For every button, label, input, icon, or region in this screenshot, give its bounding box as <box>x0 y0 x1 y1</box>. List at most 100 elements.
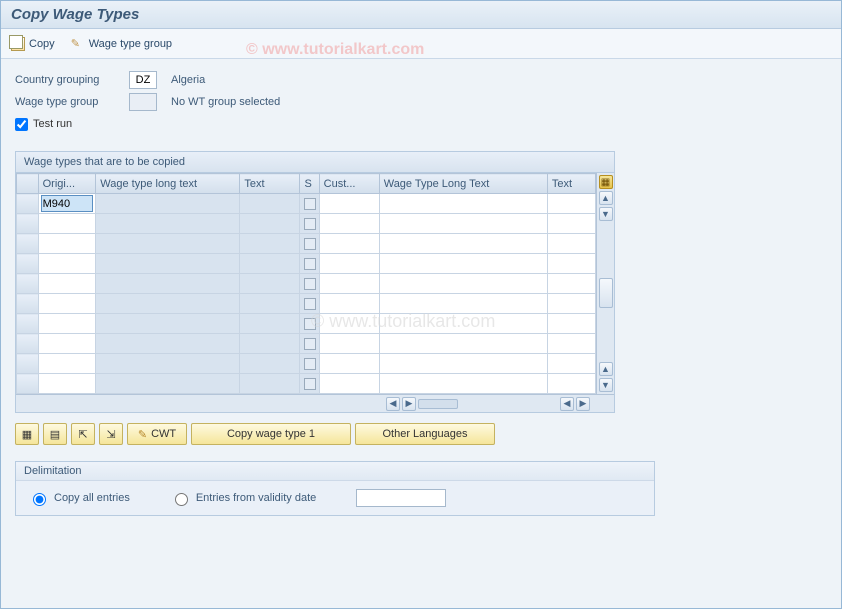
cell-s[interactable] <box>300 274 319 294</box>
cell-long2[interactable] <box>379 274 547 294</box>
cell-cust[interactable] <box>319 354 379 374</box>
cell-long2[interactable] <box>379 214 547 234</box>
hscroll-track[interactable] <box>418 399 458 409</box>
copy-button[interactable]: Copy <box>11 37 55 51</box>
last-page-button[interactable]: ⇲ <box>99 423 123 445</box>
cell-orig[interactable] <box>38 254 96 274</box>
cell-text1[interactable] <box>240 314 300 334</box>
col-long1[interactable]: Wage type long text <box>96 174 240 194</box>
cell-long2[interactable] <box>379 334 547 354</box>
cell-cust[interactable] <box>319 194 379 214</box>
cell-s[interactable] <box>300 254 319 274</box>
row-selector[interactable] <box>17 334 39 354</box>
test-run-checkbox[interactable] <box>15 118 28 131</box>
cell-long1[interactable] <box>96 254 240 274</box>
cell-long2[interactable] <box>379 254 547 274</box>
deselect-all-button[interactable]: ▤ <box>43 423 67 445</box>
cell-long1[interactable] <box>96 274 240 294</box>
col-long2[interactable]: Wage Type Long Text <box>379 174 547 194</box>
scroll-up2-icon[interactable]: ▲ <box>599 362 613 376</box>
cell-text1[interactable] <box>240 214 300 234</box>
cell-long1[interactable] <box>96 234 240 254</box>
cell-orig[interactable] <box>38 214 96 234</box>
cell-orig[interactable] <box>38 194 96 214</box>
cell-long1[interactable] <box>96 194 240 214</box>
orig-input[interactable] <box>41 275 94 292</box>
cell-text2[interactable] <box>547 334 595 354</box>
cell-cust[interactable] <box>319 254 379 274</box>
cell-text2[interactable] <box>547 294 595 314</box>
scroll-up-icon[interactable]: ▲ <box>599 191 613 205</box>
cell-orig[interactable] <box>38 374 96 394</box>
row-selector[interactable] <box>17 354 39 374</box>
cell-long2[interactable] <box>379 234 547 254</box>
orig-input[interactable] <box>41 255 94 272</box>
cell-text1[interactable] <box>240 354 300 374</box>
row-selector[interactable] <box>17 314 39 334</box>
scroll-thumb[interactable] <box>599 278 613 308</box>
cell-long1[interactable] <box>96 354 240 374</box>
cell-long1[interactable] <box>96 334 240 354</box>
cell-long1[interactable] <box>96 294 240 314</box>
validity-date-input[interactable] <box>356 489 446 507</box>
cell-text2[interactable] <box>547 274 595 294</box>
cell-orig[interactable] <box>38 354 96 374</box>
orig-input[interactable] <box>41 375 94 392</box>
vertical-scrollbar[interactable]: ▦ ▲ ▼ ▲ ▼ <box>596 173 614 394</box>
scroll-down2-icon[interactable]: ▼ <box>599 378 613 392</box>
hscroll-left2-icon[interactable]: ◀ <box>560 397 574 411</box>
cell-orig[interactable] <box>38 334 96 354</box>
select-all-button[interactable]: ▦ <box>15 423 39 445</box>
cell-s[interactable] <box>300 294 319 314</box>
scroll-down-icon[interactable]: ▼ <box>599 207 613 221</box>
cell-text1[interactable] <box>240 254 300 274</box>
cell-orig[interactable] <box>38 294 96 314</box>
orig-input[interactable] <box>41 315 94 332</box>
cell-long2[interactable] <box>379 354 547 374</box>
cell-long2[interactable] <box>379 314 547 334</box>
orig-input[interactable] <box>41 235 94 252</box>
entries-from-radio-input[interactable] <box>175 493 188 506</box>
cell-s[interactable] <box>300 234 319 254</box>
cell-s[interactable] <box>300 334 319 354</box>
copy-all-entries-radio[interactable]: Copy all entries <box>28 490 130 506</box>
cell-orig[interactable] <box>38 234 96 254</box>
cell-cust[interactable] <box>319 274 379 294</box>
cell-text2[interactable] <box>547 234 595 254</box>
wage-type-group-button[interactable]: ✎ Wage type group <box>71 37 172 51</box>
col-text2[interactable]: Text <box>547 174 595 194</box>
cell-text2[interactable] <box>547 374 595 394</box>
hscroll-right2-icon[interactable]: ▶ <box>576 397 590 411</box>
cell-text1[interactable] <box>240 334 300 354</box>
cell-long1[interactable] <box>96 314 240 334</box>
cell-s[interactable] <box>300 194 319 214</box>
cell-text1[interactable] <box>240 274 300 294</box>
cell-cust[interactable] <box>319 314 379 334</box>
cell-long1[interactable] <box>96 214 240 234</box>
col-s[interactable]: S <box>300 174 319 194</box>
row-selector[interactable] <box>17 254 39 274</box>
cell-long1[interactable] <box>96 374 240 394</box>
cell-orig[interactable] <box>38 314 96 334</box>
entries-from-date-radio[interactable]: Entries from validity date <box>170 490 316 506</box>
table-settings-icon[interactable]: ▦ <box>599 175 613 189</box>
orig-input[interactable] <box>41 195 94 212</box>
row-selector[interactable] <box>17 274 39 294</box>
col-cust[interactable]: Cust... <box>319 174 379 194</box>
cell-text1[interactable] <box>240 234 300 254</box>
cell-s[interactable] <box>300 354 319 374</box>
cell-text2[interactable] <box>547 194 595 214</box>
cell-s[interactable] <box>300 374 319 394</box>
row-selector[interactable] <box>17 234 39 254</box>
orig-input[interactable] <box>41 295 94 312</box>
cell-cust[interactable] <box>319 214 379 234</box>
orig-input[interactable] <box>41 335 94 352</box>
row-selector[interactable] <box>17 214 39 234</box>
cell-text1[interactable] <box>240 194 300 214</box>
wage-type-group-input[interactable] <box>129 93 157 111</box>
cell-text2[interactable] <box>547 314 595 334</box>
cell-cust[interactable] <box>319 294 379 314</box>
other-languages-button[interactable]: Other Languages <box>355 423 495 445</box>
cell-long2[interactable] <box>379 294 547 314</box>
cell-text2[interactable] <box>547 354 595 374</box>
